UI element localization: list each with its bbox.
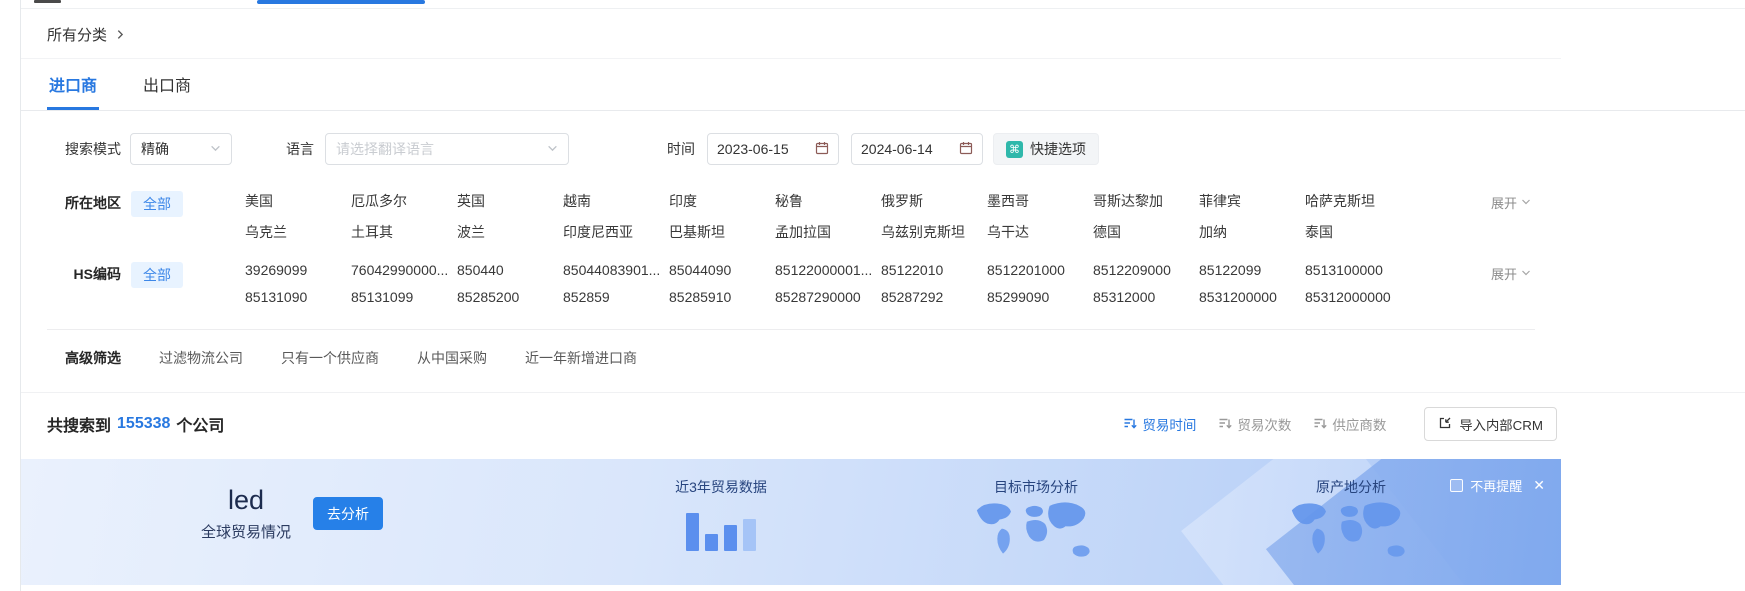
page: 所有分类 进口商 出口商 搜索模式 精确 语言 请选择翻译语言 时间 2023-… [20, 0, 1745, 591]
bar [724, 525, 737, 551]
target-market-title: 目标市场分析 [994, 477, 1078, 497]
language-select[interactable]: 请选择翻译语言 [325, 133, 569, 165]
keyword-block: led 全球贸易情况 去分析 [201, 485, 383, 542]
command-icon: ⌘ [1006, 141, 1023, 158]
sort-trade-count[interactable]: 贸易次数 [1218, 414, 1291, 434]
import-icon [1438, 416, 1452, 433]
chevron-down-icon [1521, 266, 1531, 281]
search-form: 搜索模式 精确 语言 请选择翻译语言 时间 2023-06-15 2024-06… [21, 133, 1745, 165]
import-crm-label: 导入内部CRM [1459, 415, 1543, 434]
import-crm-button[interactable]: 导入内部CRM [1424, 407, 1557, 441]
bar [743, 519, 756, 551]
tab-exporter[interactable]: 出口商 [141, 59, 193, 110]
chevron-down-icon [210, 141, 221, 157]
calendar-icon [815, 141, 829, 158]
calendar-icon [959, 141, 973, 158]
region-filter-row: 所在地区 全部 美国厄瓜多尔英国越南印度秘鲁俄罗斯墨西哥哥斯达黎加菲律宾哈萨克斯… [21, 191, 1561, 242]
cropped-content-fragment [34, 0, 61, 3]
all-categories-label: 所有分类 [47, 24, 107, 45]
cropped-tab-underline [257, 0, 425, 4]
world-map-icon [1282, 499, 1420, 568]
origin-analysis-block: 原产地分析 [1261, 477, 1441, 568]
region-expand-label: 展开 [1491, 193, 1517, 212]
region-expand-link[interactable]: 展开 [1491, 191, 1531, 212]
advanced-filter-option[interactable]: 从中国采购 [417, 348, 487, 368]
advanced-filter-option[interactable]: 近一年新增进口商 [525, 348, 637, 368]
bar [705, 534, 718, 551]
target-market-block: 目标市场分析 [946, 477, 1126, 568]
date-start-input[interactable]: 2023-06-15 [707, 133, 839, 165]
chevron-down-icon [547, 141, 558, 157]
date-end-input[interactable]: 2024-06-14 [851, 133, 983, 165]
region-all-tag[interactable]: 全部 [131, 191, 183, 217]
dont-remind-checkbox[interactable] [1450, 479, 1463, 492]
cropped-top-strip [21, 0, 1745, 9]
sort-icon [1313, 416, 1327, 433]
search-mode-label: 搜索模式 [65, 139, 121, 159]
sort-supplier-count[interactable]: 供应商数 [1313, 414, 1386, 434]
world-map-icon [967, 499, 1105, 568]
search-mode-value: 精确 [141, 139, 169, 159]
results-count: 155338 [117, 415, 170, 433]
sort-trade-time-label: 贸易时间 [1142, 414, 1196, 434]
chevron-down-icon [1521, 195, 1531, 210]
hscode-expand-label: 展开 [1491, 264, 1517, 283]
dont-remind-label: 不再提醒 [1470, 476, 1522, 495]
advanced-filter-option[interactable]: 过滤物流公司 [159, 348, 243, 368]
sort-trade-time[interactable]: 贸易时间 [1123, 414, 1196, 434]
sort-controls: 贸易时间 贸易次数 供应商数 导入内部CRM [1123, 407, 1561, 441]
quick-options-label: 快捷选项 [1030, 139, 1086, 159]
search-mode-select[interactable]: 精确 [130, 133, 232, 165]
keyword-subtitle: 全球贸易情况 [201, 521, 291, 542]
all-categories-link[interactable]: 所有分类 [21, 9, 1561, 59]
results-prefix: 共搜索到 [47, 412, 111, 436]
bar [686, 513, 699, 551]
hscode-grid: 3926909976042990000...85044085044083901.… [245, 262, 1411, 305]
region-label: 所在地区 [65, 191, 121, 213]
hscode-filter-row: HS编码 全部 3926909976042990000...8504408504… [21, 262, 1561, 305]
quick-options-button[interactable]: ⌘ 快捷选项 [993, 133, 1099, 165]
results-suffix: 个公司 [176, 412, 224, 436]
language-placeholder: 请选择翻译语言 [336, 139, 434, 159]
close-icon[interactable]: ✕ [1533, 477, 1545, 494]
tab-importer[interactable]: 进口商 [47, 59, 99, 110]
dismiss-block: 不再提醒 ✕ [1450, 476, 1545, 495]
sort-supplier-count-label: 供应商数 [1332, 414, 1386, 434]
hscode-all-tag[interactable]: 全部 [131, 262, 183, 288]
region-country-grid: 美国厄瓜多尔英国越南印度秘鲁俄罗斯墨西哥哥斯达黎加菲律宾哈萨克斯坦 乌克兰土耳其… [245, 191, 1411, 242]
sort-icon [1123, 416, 1137, 433]
language-label: 语言 [286, 139, 314, 159]
results-summary: 共搜索到 155338 个公司 [47, 412, 224, 436]
trade-analysis-banner: led 全球贸易情况 去分析 近3年贸易数据 目标市场分析 [21, 459, 1561, 585]
search-keyword: led [201, 485, 291, 515]
hscode-label: HS编码 [65, 262, 121, 284]
importer-exporter-tabs: 进口商 出口商 [21, 59, 1745, 111]
trade-chart-block: 近3年贸易数据 [636, 477, 806, 551]
time-label: 时间 [667, 139, 695, 159]
analyze-button[interactable]: 去分析 [313, 497, 383, 530]
sort-icon [1218, 416, 1232, 433]
advanced-filter-label: 高级筛选 [65, 348, 121, 368]
mini-bar-chart-icon [686, 509, 756, 551]
date-end-value: 2024-06-14 [861, 141, 933, 157]
sort-trade-count-label: 贸易次数 [1237, 414, 1291, 434]
chevron-right-icon [115, 29, 126, 40]
origin-analysis-title: 原产地分析 [1316, 477, 1386, 497]
hscode-expand-link[interactable]: 展开 [1491, 262, 1531, 283]
date-start-value: 2023-06-15 [717, 141, 789, 157]
results-bar: 共搜索到 155338 个公司 贸易时间 贸易次数 供应商数 [21, 393, 1561, 453]
advanced-filter-option[interactable]: 只有一个供应商 [281, 348, 379, 368]
advanced-filter-row: 高级筛选 过滤物流公司 只有一个供应商 从中国采购 近一年新增进口商 [21, 330, 1745, 392]
trade-chart-title: 近3年贸易数据 [675, 477, 767, 497]
